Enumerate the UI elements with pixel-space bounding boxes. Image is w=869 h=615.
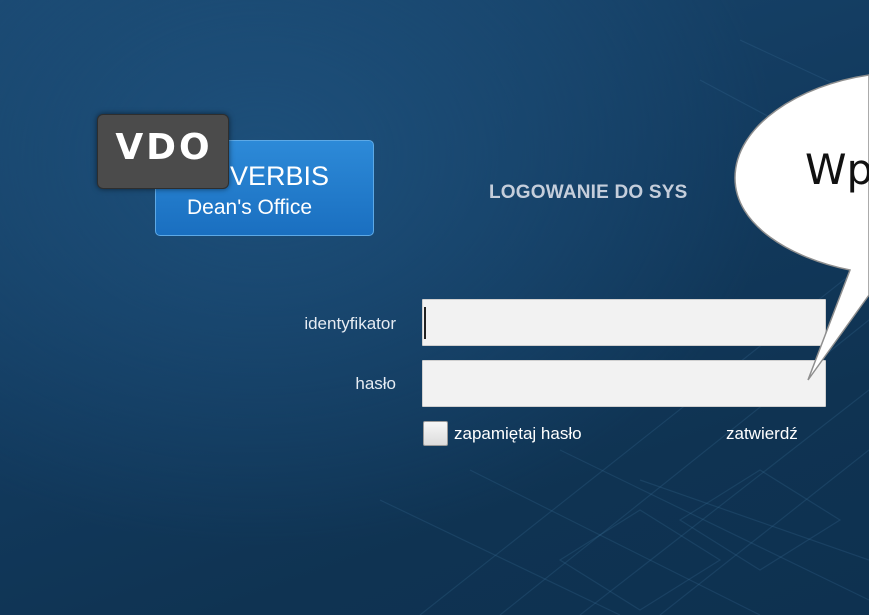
- speech-bubble-text: Wp: [805, 145, 869, 194]
- speech-bubble: [734, 74, 869, 381]
